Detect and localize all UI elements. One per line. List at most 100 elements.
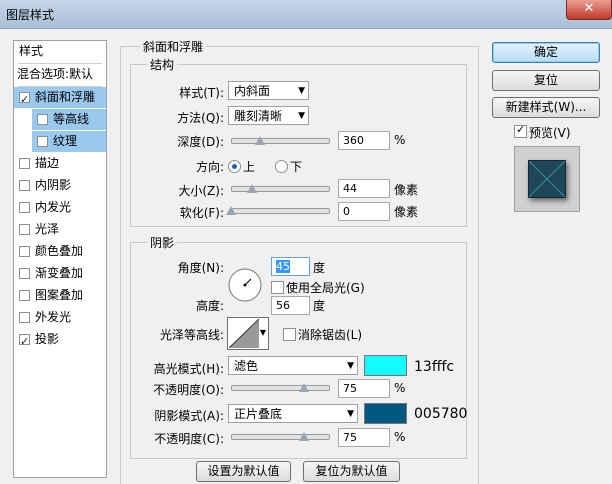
style-item-label: 纹理 — [53, 134, 78, 148]
style-item[interactable]: 颜色叠加 — [14, 241, 106, 262]
highlight-opacity-slider[interactable] — [231, 385, 330, 391]
gloss-contour-picker[interactable]: ▼ — [227, 317, 269, 350]
anti-aliased-checkbox[interactable] — [283, 328, 296, 341]
size-input[interactable]: 44 — [338, 179, 390, 198]
direction-down-radio[interactable] — [275, 160, 288, 173]
style-item-checkbox[interactable] — [19, 312, 30, 323]
style-preview-thumbnail — [514, 146, 580, 212]
window-title: 图层样式 — [6, 8, 55, 22]
gloss-contour-label: 光泽等高线: — [159, 328, 224, 342]
global-light-checkbox[interactable] — [271, 281, 284, 294]
altitude-input[interactable]: 56 — [271, 296, 310, 315]
style-item-label: 内发光 — [35, 200, 72, 214]
close-icon: ✕ — [583, 1, 595, 16]
preview-checkbox[interactable] — [514, 123, 527, 138]
style-item[interactable]: 图案叠加 — [14, 285, 106, 306]
dropdown-arrow-icon: ▼ — [298, 86, 305, 96]
preview-label: 预览(V) — [529, 126, 571, 140]
dropdown-arrow-icon: ▼ — [259, 328, 266, 337]
style-item-label: 斜面和浮雕 — [35, 90, 96, 104]
style-item[interactable]: 斜面和浮雕 — [14, 87, 106, 110]
style-item-checkbox[interactable] — [19, 268, 30, 279]
style-item-checkbox[interactable] — [37, 114, 48, 125]
size-slider[interactable] — [231, 186, 330, 192]
preview-square — [528, 160, 566, 198]
angle-label: 角度(N): — [177, 261, 224, 275]
highlight-opacity-thumb[interactable] — [298, 383, 309, 392]
style-item-checkbox[interactable] — [19, 202, 30, 213]
shadow-opacity-input[interactable]: 75 — [338, 428, 390, 447]
style-item-checkbox[interactable] — [19, 89, 30, 110]
soften-slider-thumb[interactable] — [226, 206, 236, 215]
style-item-label: 颜色叠加 — [35, 244, 84, 258]
style-label: 样式(T): — [179, 86, 224, 100]
ok-button[interactable]: 确定 — [492, 42, 600, 63]
style-item-checkbox[interactable] — [19, 331, 30, 352]
style-item[interactable]: 外发光 — [14, 307, 106, 328]
set-default-button[interactable]: 设置为默认值 — [196, 461, 291, 482]
style-item[interactable]: 渐变叠加 — [14, 263, 106, 284]
contour-preview-icon — [229, 319, 259, 348]
style-item-label: 描边 — [35, 156, 60, 170]
structure-title: 结构 — [147, 56, 178, 73]
depth-input[interactable]: 360 — [338, 131, 390, 150]
angle-value: 45 — [276, 260, 290, 273]
angle-unit: 度 — [313, 261, 326, 275]
anti-aliased-label: 消除锯齿(L) — [298, 328, 363, 342]
title-bar: 图层样式 — [0, 0, 612, 29]
depth-slider-thumb[interactable] — [255, 136, 266, 145]
style-item-checkbox[interactable] — [37, 136, 48, 147]
shadow-mode-value: 正片叠底 — [234, 407, 283, 421]
style-value: 内斜面 — [234, 84, 271, 98]
blend-options-item[interactable]: 混合选项:默认 — [14, 64, 106, 85]
style-item[interactable]: 内阴影 — [14, 175, 106, 196]
highlight-opacity-unit: % — [394, 381, 406, 395]
styles-header[interactable]: 样式 — [14, 41, 106, 62]
direction-up-radio[interactable] — [228, 160, 241, 173]
highlight-mode-select[interactable]: 滤色 ▼ — [228, 356, 358, 375]
style-item-label: 渐变叠加 — [35, 266, 84, 280]
highlight-mode-value: 滤色 — [234, 359, 259, 373]
highlight-color-swatch[interactable] — [364, 355, 407, 376]
style-item[interactable]: 投影 — [14, 329, 106, 352]
style-item-checkbox[interactable] — [19, 290, 30, 301]
size-slider-thumb[interactable] — [247, 184, 258, 193]
soften-slider[interactable] — [231, 208, 330, 214]
close-button[interactable]: ✕ — [566, 0, 612, 20]
style-select[interactable]: 内斜面 ▼ — [228, 81, 309, 100]
shadow-hex: 005780 — [414, 406, 468, 422]
angle-input[interactable]: 45 — [271, 257, 310, 276]
style-item[interactable]: 描边 — [14, 153, 106, 174]
altitude-label: 高度: — [195, 299, 224, 313]
style-item[interactable]: 光泽 — [14, 219, 106, 240]
method-label: 方法(Q): — [177, 111, 224, 125]
depth-slider[interactable] — [231, 138, 330, 144]
reset-default-button[interactable]: 复位为默认值 — [303, 461, 400, 482]
style-item[interactable]: 内发光 — [14, 197, 106, 218]
depth-label: 深度(D): — [177, 135, 224, 149]
style-item[interactable]: 等高线 — [32, 109, 106, 130]
shadow-mode-select[interactable]: 正片叠底 ▼ — [228, 404, 358, 423]
size-unit: 像素 — [394, 183, 419, 197]
method-select[interactable]: 雕刻清晰 ▼ — [228, 106, 309, 125]
blend-options-label: 混合选项:默认 — [17, 67, 94, 81]
style-item-label: 外发光 — [35, 310, 72, 324]
style-item-checkbox[interactable] — [19, 224, 30, 235]
style-item[interactable]: 纹理 — [32, 131, 106, 152]
altitude-unit: 度 — [313, 299, 326, 313]
shadow-opacity-thumb[interactable] — [298, 432, 309, 441]
shadow-opacity-slider[interactable] — [231, 434, 330, 440]
soften-input[interactable]: 0 — [338, 202, 390, 221]
highlight-opacity-input[interactable]: 75 — [338, 379, 390, 398]
dropdown-arrow-icon: ▼ — [347, 361, 354, 371]
angle-dial[interactable] — [227, 267, 263, 303]
preview-bevel-lines — [528, 160, 566, 198]
style-item-checkbox[interactable] — [19, 158, 30, 169]
style-item-checkbox[interactable] — [19, 180, 30, 191]
style-item-checkbox[interactable] — [19, 246, 30, 257]
reset-button[interactable]: 复位 — [492, 70, 600, 91]
direction-down-label: 下 — [290, 160, 303, 174]
new-style-button[interactable]: 新建样式(W)... — [492, 97, 600, 118]
style-item-label: 内阴影 — [35, 178, 72, 192]
shadow-color-swatch[interactable] — [364, 403, 407, 424]
